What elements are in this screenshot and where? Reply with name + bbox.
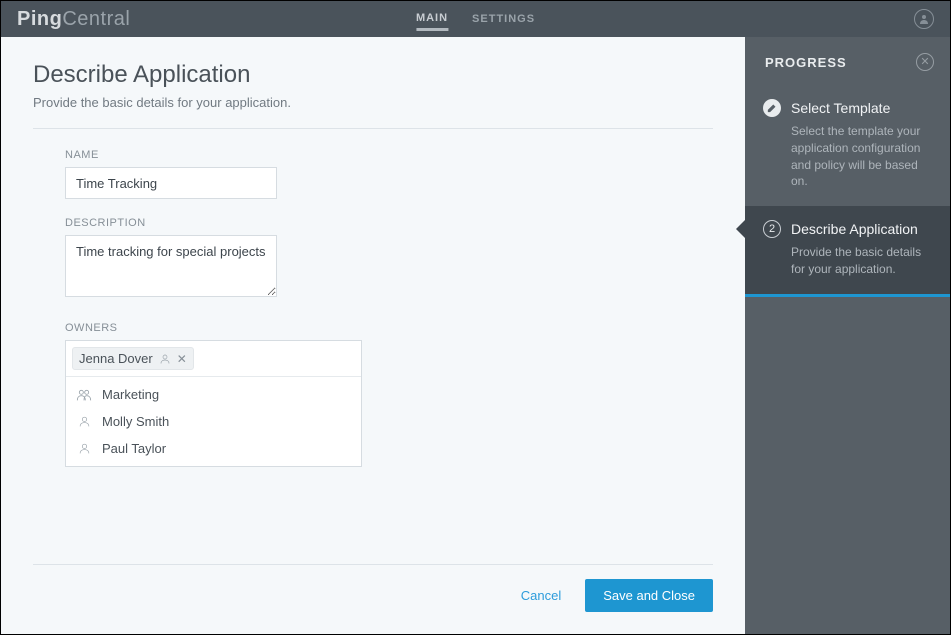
- user-menu-button[interactable]: [914, 9, 934, 29]
- dropdown-item-paul[interactable]: Paul Taylor: [66, 435, 361, 462]
- divider: [33, 128, 713, 129]
- brand-part1: Ping: [17, 8, 62, 31]
- dropdown-item-marketing[interactable]: Marketing: [66, 381, 361, 408]
- group-icon: [76, 388, 92, 402]
- description-input[interactable]: Time tracking for special projects: [65, 235, 277, 297]
- nav-tab-main[interactable]: MAIN: [416, 8, 448, 31]
- step-header: Select Template: [763, 99, 932, 117]
- sidebar-title: PROGRESS: [765, 55, 847, 70]
- sidebar-header: PROGRESS ✕: [745, 37, 950, 85]
- step-header: 2 Describe Application: [763, 220, 932, 238]
- person-icon: [78, 415, 91, 428]
- step-desc: Provide the basic details for your appli…: [763, 244, 932, 278]
- progress-sidebar: PROGRESS ✕ Select Template Select the te…: [745, 37, 950, 634]
- close-button[interactable]: ✕: [916, 53, 934, 71]
- description-label: DESCRIPTION: [65, 217, 713, 229]
- nav-tabs: MAIN SETTINGS: [416, 1, 535, 37]
- top-bar: Ping Central MAIN SETTINGS: [1, 1, 950, 37]
- cancel-button[interactable]: Cancel: [521, 588, 561, 603]
- dropdown-item-label: Marketing: [102, 387, 159, 402]
- dropdown-item-molly[interactable]: Molly Smith: [66, 408, 361, 435]
- owners-input[interactable]: Jenna Dover ✕: [65, 340, 362, 467]
- person-icon: [159, 353, 171, 365]
- nav-tab-settings[interactable]: SETTINGS: [472, 9, 535, 29]
- dropdown-item-label: Molly Smith: [102, 414, 169, 429]
- dropdown-item-label: Paul Taylor: [102, 441, 166, 456]
- owner-chip-label: Jenna Dover: [79, 351, 153, 366]
- step-title: Select Template: [791, 100, 890, 116]
- step-desc: Select the template your application con…: [763, 123, 932, 190]
- owners-dropdown: Marketing Molly Smith: [66, 377, 361, 466]
- step-title: Describe Application: [791, 221, 918, 237]
- pencil-icon: [767, 103, 777, 113]
- progress-step-1[interactable]: Select Template Select the template your…: [745, 85, 950, 206]
- user-icon: [918, 13, 930, 25]
- page-subtitle: Provide the basic details for your appli…: [33, 95, 713, 110]
- form-section: NAME DESCRIPTION Time tracking for speci…: [33, 149, 713, 467]
- owners-label: OWNERS: [65, 322, 713, 334]
- close-icon: ✕: [920, 57, 929, 68]
- owners-chip-row: Jenna Dover ✕: [66, 341, 361, 377]
- owner-chip: Jenna Dover ✕: [72, 347, 194, 370]
- brand-part2: Central: [62, 8, 130, 31]
- name-label: NAME: [65, 149, 713, 161]
- brand-logo: Ping Central: [17, 8, 130, 31]
- remove-chip-icon[interactable]: ✕: [177, 353, 187, 365]
- page-title: Describe Application: [33, 61, 713, 89]
- content-area: Describe Application Provide the basic d…: [1, 37, 950, 634]
- save-button[interactable]: Save and Close: [585, 579, 713, 612]
- footer-actions: Cancel Save and Close: [33, 564, 713, 612]
- main-panel: Describe Application Provide the basic d…: [1, 37, 745, 634]
- step-number-badge: 2: [763, 220, 781, 238]
- name-input[interactable]: [65, 167, 277, 199]
- step-done-badge: [763, 99, 781, 117]
- progress-step-2[interactable]: 2 Describe Application Provide the basic…: [745, 206, 950, 297]
- person-icon: [78, 442, 91, 455]
